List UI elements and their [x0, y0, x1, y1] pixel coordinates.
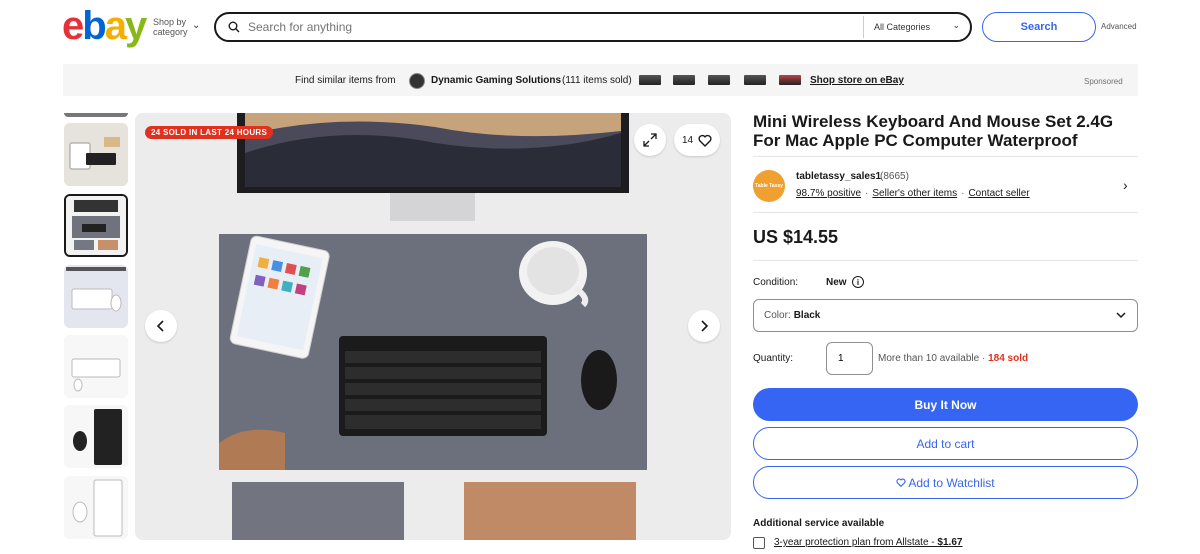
- find-similar-label: Find similar items from: [295, 75, 396, 86]
- search-bar: All Categories ⌄: [214, 12, 972, 42]
- shop-store-link[interactable]: Shop store on eBay: [810, 75, 904, 86]
- store-items-sold: (111 items sold): [562, 75, 632, 86]
- quantity-label: Quantity:: [753, 353, 794, 364]
- seller-links: 98.7% positive · Seller's other items · …: [796, 188, 1030, 199]
- price: US $14.55: [753, 227, 839, 247]
- seller-avatar[interactable]: Table Tassy: [753, 170, 785, 202]
- separator-dot: ·: [865, 188, 869, 199]
- thumbnail[interactable]: [64, 405, 128, 468]
- divider: [753, 260, 1138, 261]
- store-item-thumbnail[interactable]: [744, 75, 766, 85]
- add-to-watchlist-button[interactable]: Add to Watchlist: [753, 466, 1138, 499]
- category-select[interactable]: All Categories: [874, 22, 930, 32]
- watch-count: 14: [681, 134, 694, 146]
- thumbnail[interactable]: [64, 265, 128, 328]
- chevron-down-icon: [1116, 312, 1126, 319]
- sponsored-label: Sponsored: [1084, 77, 1123, 86]
- thumbnail[interactable]: [64, 335, 128, 398]
- store-item-thumbnail[interactable]: [779, 75, 801, 85]
- main-product-image[interactable]: [135, 113, 731, 540]
- listing-title: Mini Wireless Keyboard And Mouse Set 2.4…: [753, 112, 1114, 150]
- next-image-button[interactable]: [688, 310, 720, 342]
- category-divider: [863, 16, 864, 38]
- chevron-right-icon[interactable]: ›: [1123, 177, 1128, 193]
- search-icon: [228, 21, 240, 33]
- seller-name[interactable]: tabletassy_sales1: [796, 171, 881, 182]
- thumbnail[interactable]: [64, 476, 128, 539]
- separator-dot: ·: [961, 188, 965, 199]
- chevron-right-icon: [701, 320, 709, 332]
- protection-plan-link[interactable]: 3-year protection plan from Allstate - $…: [774, 537, 962, 548]
- available-text: More than 10 available ·: [878, 353, 989, 364]
- chevron-down-icon[interactable]: ⌄: [952, 20, 960, 31]
- color-select[interactable]: Color: Black: [753, 299, 1138, 332]
- thumbnail-partial[interactable]: [64, 113, 128, 117]
- condition-value: New: [826, 277, 847, 288]
- divider: [753, 212, 1138, 213]
- quantity-input[interactable]: [826, 342, 873, 375]
- thumbnail-selected[interactable]: [64, 194, 128, 257]
- search-input[interactable]: [248, 20, 848, 34]
- seller-feedback-count[interactable]: (8665): [880, 171, 909, 182]
- protection-plan-text: 3-year protection plan from Allstate -: [774, 537, 938, 548]
- contact-seller-link[interactable]: Contact seller: [968, 188, 1029, 199]
- divider: [753, 156, 1138, 157]
- protection-plan-price: $1.67: [937, 537, 963, 548]
- search-button[interactable]: Search: [982, 12, 1096, 42]
- sold-count: 184 sold: [988, 353, 1029, 364]
- heart-icon: [896, 478, 906, 487]
- info-icon[interactable]: i: [852, 276, 864, 288]
- logo-letter-a: a: [104, 4, 127, 48]
- ebay-logo[interactable]: ebay: [62, 6, 147, 46]
- buy-it-now-button[interactable]: Buy It Now: [753, 388, 1138, 421]
- store-item-thumbnail[interactable]: [639, 75, 661, 85]
- watchers-button[interactable]: 14: [674, 124, 720, 156]
- seller-positive-link[interactable]: 98.7% positive: [796, 188, 861, 199]
- sold-badge: 24 SOLD IN LAST 24 HOURS: [145, 126, 274, 139]
- color-label: Color:: [764, 310, 791, 321]
- store-item-thumbnail[interactable]: [673, 75, 695, 85]
- add-to-cart-button[interactable]: Add to cart: [753, 427, 1138, 460]
- heart-icon: [698, 134, 712, 147]
- logo-letter-b: b: [82, 4, 106, 48]
- condition-label: Condition:: [753, 277, 799, 288]
- chevron-left-icon: [156, 320, 164, 332]
- prev-image-button[interactable]: [145, 310, 177, 342]
- chevron-down-icon[interactable]: ⌄: [192, 20, 200, 31]
- watchlist-label: Add to Watchlist: [908, 475, 995, 490]
- advanced-search-link[interactable]: Advanced: [1101, 22, 1137, 31]
- store-name-link[interactable]: Dynamic Gaming Solutions: [431, 75, 561, 86]
- logo-letter-e: e: [62, 4, 84, 48]
- shop-by-category[interactable]: Shop by category: [153, 17, 193, 37]
- store-item-thumbnail[interactable]: [708, 75, 730, 85]
- additional-service-heading: Additional service available: [753, 518, 885, 529]
- seller-other-items-link[interactable]: Seller's other items: [872, 188, 957, 199]
- logo-letter-y: y: [124, 4, 147, 48]
- thumbnail[interactable]: [64, 123, 128, 186]
- protection-plan-checkbox[interactable]: [753, 537, 765, 549]
- availability: More than 10 available · 184 sold: [878, 353, 1028, 364]
- store-logo[interactable]: [409, 73, 425, 89]
- expand-icon[interactable]: [634, 124, 666, 156]
- color-value: Black: [793, 310, 821, 321]
